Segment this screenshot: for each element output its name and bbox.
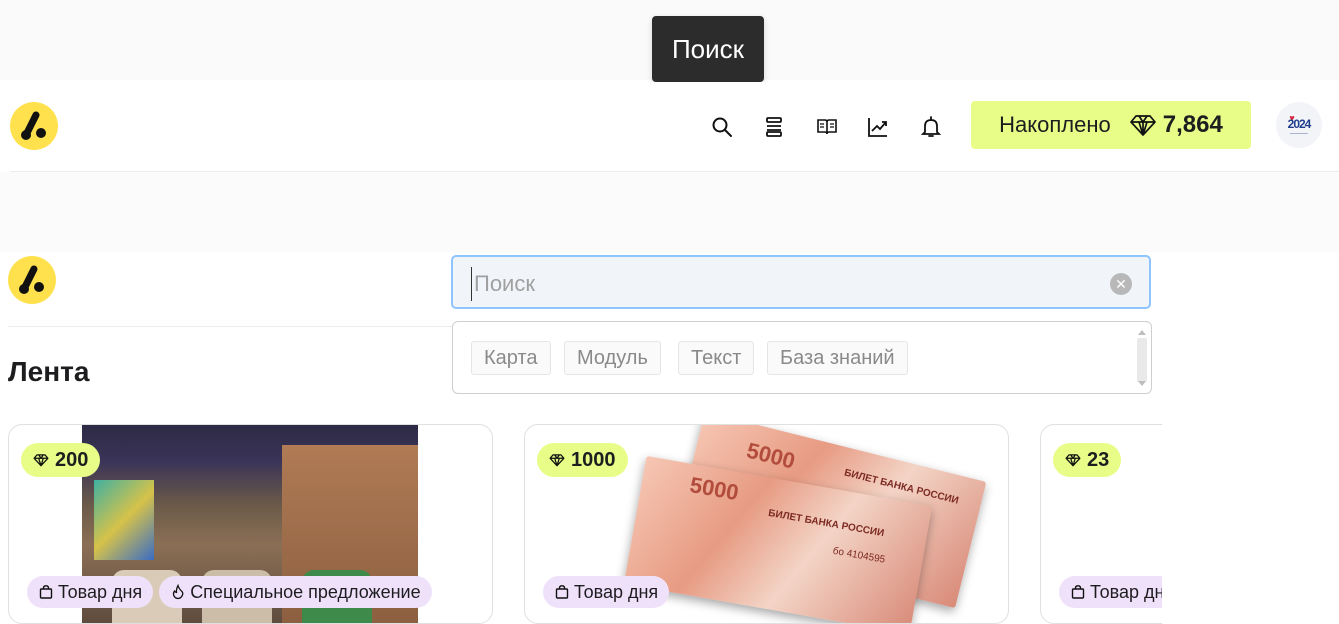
knowledge-base-button[interactable] [814, 114, 840, 140]
scroll-down-icon[interactable] [1138, 381, 1146, 386]
card-tags: Товар дня [543, 576, 670, 608]
clear-icon[interactable]: ✕ [1110, 273, 1132, 295]
fire-icon [173, 584, 184, 600]
suggestion-chip-module[interactable]: Модуль [564, 341, 661, 375]
card-clip: 23 Товар дн [1040, 424, 1162, 624]
accumulated-amount: 7,864 [1162, 111, 1223, 138]
price-badge: 1000 [537, 443, 628, 477]
bell-icon [920, 116, 942, 137]
tag-product-of-day: Товар дн [1059, 576, 1162, 608]
bag-icon [39, 585, 53, 599]
diamond-icon [33, 453, 55, 467]
bag-icon [1071, 585, 1085, 599]
scroll-up-icon[interactable] [1138, 330, 1146, 335]
feed-title: Лента [8, 356, 90, 387]
search-suggestions: Карта Модуль Текст База знаний [452, 321, 1152, 394]
logo[interactable] [10, 102, 58, 150]
diamond-icon [1065, 453, 1087, 467]
price-value: 23 [1087, 448, 1110, 471]
accumulated-balance[interactable]: Накоплено 7,864 [971, 101, 1251, 149]
suggestion-chip-knowledge-base[interactable]: База знаний [767, 341, 908, 375]
product-card[interactable]: 200 Товар дня Специальное предложение [8, 424, 493, 624]
card-tags: Товар дня Специальное предложение [27, 576, 432, 608]
search-button[interactable] [709, 114, 735, 140]
suggestion-chip-text[interactable]: Текст [678, 341, 755, 375]
tag-product-of-day: Товар дня [543, 576, 670, 608]
price-badge: 23 [1053, 443, 1122, 477]
search-input[interactable] [471, 267, 1096, 301]
logo-icon [19, 265, 44, 294]
book-icon [817, 119, 837, 135]
diamond-icon [1129, 113, 1157, 137]
suggestions-scrollbar[interactable] [1135, 324, 1149, 392]
product-card[interactable]: 5000 БИЛЕТ БАНКА РОССИИ 5000 БИЛЕТ БАНКА… [524, 424, 1009, 624]
layers-icon [766, 117, 782, 137]
avatar-year: 2024 [1287, 117, 1312, 131]
logo-icon [21, 111, 46, 140]
price-value: 200 [55, 448, 89, 471]
accumulated-label: Накоплено [999, 112, 1111, 137]
secondary-divider [8, 326, 460, 327]
secondary-strip [0, 172, 1339, 252]
price-value: 1000 [571, 448, 616, 471]
avatar-subline: ───── [1290, 131, 1308, 137]
search-tooltip: Поиск [652, 16, 764, 90]
tag-product-of-day: Товар дня [27, 576, 154, 608]
analytics-button[interactable] [865, 114, 891, 140]
search-icon [712, 117, 732, 137]
avatar[interactable]: ♥ 2024 ───── [1276, 102, 1322, 148]
bag-icon [555, 585, 569, 599]
diamond-icon [549, 453, 571, 467]
scroll-thumb[interactable] [1137, 338, 1147, 382]
suggestion-chip-card[interactable]: Карта [471, 341, 551, 375]
tag-special-offer: Специальное предложение [159, 576, 432, 608]
notifications-button[interactable] [918, 114, 944, 140]
layers-button[interactable] [761, 114, 787, 140]
logo-secondary[interactable] [8, 256, 56, 304]
search-box[interactable]: ✕ [451, 255, 1151, 309]
product-card[interactable]: 23 Товар дн [1040, 424, 1162, 624]
trending-icon [868, 118, 887, 137]
card-tags: Товар дн [1059, 576, 1162, 608]
price-badge: 200 [21, 443, 101, 477]
